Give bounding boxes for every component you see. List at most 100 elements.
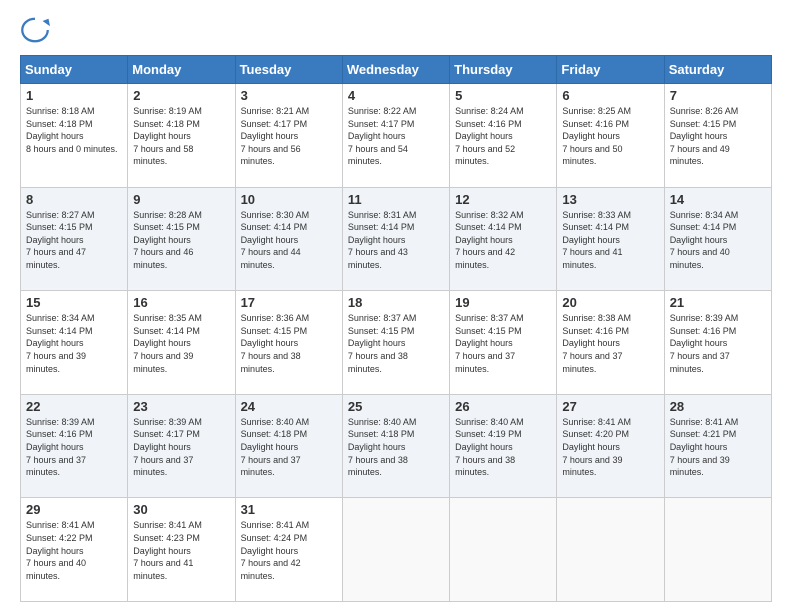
day-info: Sunrise: 8:34 AM Sunset: 4:14 PM Dayligh… (670, 209, 766, 272)
day-info: Sunrise: 8:30 AM Sunset: 4:14 PM Dayligh… (241, 209, 337, 272)
day-number: 27 (562, 399, 658, 414)
day-info: Sunrise: 8:31 AM Sunset: 4:14 PM Dayligh… (348, 209, 444, 272)
day-number: 13 (562, 192, 658, 207)
calendar-week-row: 8 Sunrise: 8:27 AM Sunset: 4:15 PM Dayli… (21, 187, 772, 291)
calendar-cell: 29 Sunrise: 8:41 AM Sunset: 4:22 PM Dayl… (21, 498, 128, 602)
calendar-cell: 13 Sunrise: 8:33 AM Sunset: 4:14 PM Dayl… (557, 187, 664, 291)
day-info: Sunrise: 8:35 AM Sunset: 4:14 PM Dayligh… (133, 312, 229, 375)
calendar-cell: 8 Sunrise: 8:27 AM Sunset: 4:15 PM Dayli… (21, 187, 128, 291)
calendar-week-row: 29 Sunrise: 8:41 AM Sunset: 4:22 PM Dayl… (21, 498, 772, 602)
logo (20, 15, 54, 45)
calendar-cell (557, 498, 664, 602)
calendar-week-row: 1 Sunrise: 8:18 AM Sunset: 4:18 PM Dayli… (21, 84, 772, 188)
day-info: Sunrise: 8:41 AM Sunset: 4:21 PM Dayligh… (670, 416, 766, 479)
day-number: 20 (562, 295, 658, 310)
calendar-header-wednesday: Wednesday (342, 56, 449, 84)
day-info: Sunrise: 8:21 AM Sunset: 4:17 PM Dayligh… (241, 105, 337, 168)
calendar-cell: 14 Sunrise: 8:34 AM Sunset: 4:14 PM Dayl… (664, 187, 771, 291)
calendar-cell: 5 Sunrise: 8:24 AM Sunset: 4:16 PM Dayli… (450, 84, 557, 188)
calendar-cell (450, 498, 557, 602)
calendar-header-tuesday: Tuesday (235, 56, 342, 84)
day-info: Sunrise: 8:27 AM Sunset: 4:15 PM Dayligh… (26, 209, 122, 272)
calendar-cell: 17 Sunrise: 8:36 AM Sunset: 4:15 PM Dayl… (235, 291, 342, 395)
day-number: 22 (26, 399, 122, 414)
day-info: Sunrise: 8:19 AM Sunset: 4:18 PM Dayligh… (133, 105, 229, 168)
calendar-header-friday: Friday (557, 56, 664, 84)
calendar-cell: 27 Sunrise: 8:41 AM Sunset: 4:20 PM Dayl… (557, 394, 664, 498)
day-number: 28 (670, 399, 766, 414)
calendar-cell: 12 Sunrise: 8:32 AM Sunset: 4:14 PM Dayl… (450, 187, 557, 291)
day-info: Sunrise: 8:39 AM Sunset: 4:17 PM Dayligh… (133, 416, 229, 479)
calendar-cell: 4 Sunrise: 8:22 AM Sunset: 4:17 PM Dayli… (342, 84, 449, 188)
calendar-cell (664, 498, 771, 602)
day-info: Sunrise: 8:18 AM Sunset: 4:18 PM Dayligh… (26, 105, 122, 155)
day-info: Sunrise: 8:28 AM Sunset: 4:15 PM Dayligh… (133, 209, 229, 272)
day-number: 4 (348, 88, 444, 103)
calendar-cell: 22 Sunrise: 8:39 AM Sunset: 4:16 PM Dayl… (21, 394, 128, 498)
day-number: 31 (241, 502, 337, 517)
day-number: 5 (455, 88, 551, 103)
day-number: 21 (670, 295, 766, 310)
day-info: Sunrise: 8:26 AM Sunset: 4:15 PM Dayligh… (670, 105, 766, 168)
calendar-cell: 1 Sunrise: 8:18 AM Sunset: 4:18 PM Dayli… (21, 84, 128, 188)
day-number: 14 (670, 192, 766, 207)
header (20, 15, 772, 45)
day-info: Sunrise: 8:38 AM Sunset: 4:16 PM Dayligh… (562, 312, 658, 375)
day-number: 2 (133, 88, 229, 103)
day-info: Sunrise: 8:40 AM Sunset: 4:18 PM Dayligh… (241, 416, 337, 479)
day-number: 1 (26, 88, 122, 103)
day-info: Sunrise: 8:41 AM Sunset: 4:22 PM Dayligh… (26, 519, 122, 582)
day-info: Sunrise: 8:22 AM Sunset: 4:17 PM Dayligh… (348, 105, 444, 168)
calendar-cell: 20 Sunrise: 8:38 AM Sunset: 4:16 PM Dayl… (557, 291, 664, 395)
day-number: 9 (133, 192, 229, 207)
day-number: 7 (670, 88, 766, 103)
day-number: 24 (241, 399, 337, 414)
day-info: Sunrise: 8:37 AM Sunset: 4:15 PM Dayligh… (348, 312, 444, 375)
day-number: 19 (455, 295, 551, 310)
calendar-cell: 30 Sunrise: 8:41 AM Sunset: 4:23 PM Dayl… (128, 498, 235, 602)
calendar-week-row: 15 Sunrise: 8:34 AM Sunset: 4:14 PM Dayl… (21, 291, 772, 395)
day-number: 18 (348, 295, 444, 310)
calendar-cell: 18 Sunrise: 8:37 AM Sunset: 4:15 PM Dayl… (342, 291, 449, 395)
day-number: 23 (133, 399, 229, 414)
calendar-header-monday: Monday (128, 56, 235, 84)
day-number: 30 (133, 502, 229, 517)
page: SundayMondayTuesdayWednesdayThursdayFrid… (0, 0, 792, 612)
calendar-cell: 28 Sunrise: 8:41 AM Sunset: 4:21 PM Dayl… (664, 394, 771, 498)
day-number: 17 (241, 295, 337, 310)
calendar-cell: 11 Sunrise: 8:31 AM Sunset: 4:14 PM Dayl… (342, 187, 449, 291)
calendar-cell: 16 Sunrise: 8:35 AM Sunset: 4:14 PM Dayl… (128, 291, 235, 395)
generalblue-logo-icon (20, 15, 50, 45)
calendar-cell: 19 Sunrise: 8:37 AM Sunset: 4:15 PM Dayl… (450, 291, 557, 395)
day-number: 15 (26, 295, 122, 310)
day-info: Sunrise: 8:41 AM Sunset: 4:23 PM Dayligh… (133, 519, 229, 582)
day-info: Sunrise: 8:41 AM Sunset: 4:24 PM Dayligh… (241, 519, 337, 582)
calendar-cell: 10 Sunrise: 8:30 AM Sunset: 4:14 PM Dayl… (235, 187, 342, 291)
day-number: 25 (348, 399, 444, 414)
calendar-header-thursday: Thursday (450, 56, 557, 84)
day-number: 8 (26, 192, 122, 207)
day-number: 12 (455, 192, 551, 207)
calendar-cell: 15 Sunrise: 8:34 AM Sunset: 4:14 PM Dayl… (21, 291, 128, 395)
day-number: 10 (241, 192, 337, 207)
day-info: Sunrise: 8:37 AM Sunset: 4:15 PM Dayligh… (455, 312, 551, 375)
calendar-cell: 6 Sunrise: 8:25 AM Sunset: 4:16 PM Dayli… (557, 84, 664, 188)
day-info: Sunrise: 8:41 AM Sunset: 4:20 PM Dayligh… (562, 416, 658, 479)
day-number: 6 (562, 88, 658, 103)
day-info: Sunrise: 8:40 AM Sunset: 4:19 PM Dayligh… (455, 416, 551, 479)
day-info: Sunrise: 8:39 AM Sunset: 4:16 PM Dayligh… (26, 416, 122, 479)
calendar-cell: 3 Sunrise: 8:21 AM Sunset: 4:17 PM Dayli… (235, 84, 342, 188)
day-info: Sunrise: 8:40 AM Sunset: 4:18 PM Dayligh… (348, 416, 444, 479)
calendar-header-saturday: Saturday (664, 56, 771, 84)
day-number: 3 (241, 88, 337, 103)
calendar-cell (342, 498, 449, 602)
calendar-cell: 24 Sunrise: 8:40 AM Sunset: 4:18 PM Dayl… (235, 394, 342, 498)
calendar-cell: 9 Sunrise: 8:28 AM Sunset: 4:15 PM Dayli… (128, 187, 235, 291)
calendar-cell: 21 Sunrise: 8:39 AM Sunset: 4:16 PM Dayl… (664, 291, 771, 395)
day-number: 26 (455, 399, 551, 414)
day-info: Sunrise: 8:32 AM Sunset: 4:14 PM Dayligh… (455, 209, 551, 272)
day-number: 29 (26, 502, 122, 517)
calendar-cell: 26 Sunrise: 8:40 AM Sunset: 4:19 PM Dayl… (450, 394, 557, 498)
day-number: 11 (348, 192, 444, 207)
day-info: Sunrise: 8:24 AM Sunset: 4:16 PM Dayligh… (455, 105, 551, 168)
